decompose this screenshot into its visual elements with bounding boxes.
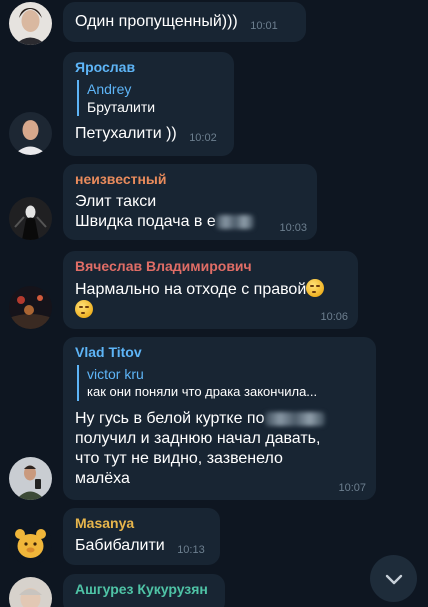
reply-text: как они поняли что драка закончила... [87, 384, 318, 399]
reply-preview[interactable]: Andrey Бруталити [77, 80, 222, 116]
message-text: Бабибалити [75, 537, 165, 554]
avatar[interactable] [9, 112, 52, 155]
message-text: Один пропущенный))) [75, 13, 238, 30]
message-time: 10:02 [189, 132, 217, 144]
avatar[interactable] [9, 2, 52, 45]
reply-author: victor kru [87, 366, 144, 382]
avatar[interactable] [9, 197, 52, 240]
message-text-line: Швидка подача в е [75, 213, 216, 230]
avatar[interactable] [9, 522, 52, 565]
reply-author: Andrey [87, 81, 132, 97]
reply-preview[interactable]: victor kru как они поняли что драка зако… [77, 365, 364, 401]
message-bubble[interactable]: Один пропущенный))) 10:01 [63, 2, 306, 42]
message-text: Нармально на отходе с правой [75, 279, 346, 300]
avatar[interactable] [9, 286, 52, 329]
message-time: 10:03 [279, 222, 307, 234]
message-time: 10:01 [250, 20, 278, 32]
message-text: Элит такси [75, 193, 157, 210]
chevron-down-icon [385, 574, 402, 584]
message-bubble[interactable]: Vlad Titov victor kru как они поняли что… [63, 337, 376, 500]
message-bubble[interactable]: Ярослав Andrey Бруталити Петухалити )) 1… [63, 52, 234, 156]
sender-name[interactable]: Vlad Titov [75, 343, 364, 361]
message-bubble[interactable]: неизвестный Элит такси Швидка подача в е… [63, 164, 317, 240]
censored-blur [215, 214, 254, 229]
reply-text: Бруталити [87, 99, 156, 115]
censored-blur [264, 411, 325, 426]
message-text-line: Нармально на отходе с правой [75, 281, 307, 298]
chat-history: Один пропущенный))) 10:01 Ярослав Andrey… [0, 0, 428, 607]
message-time: 10:07 [338, 482, 366, 494]
message-bubble[interactable]: Masanya Бабибалити 10:13 [63, 508, 220, 565]
sender-name[interactable]: Вячеслав Владимирович [75, 257, 346, 275]
smirk-emoji-icon [306, 279, 325, 297]
avatar[interactable] [9, 577, 52, 607]
message-bubble[interactable]: Ашгурез Кукурузян [63, 574, 225, 607]
message-text: Петухалити )) [75, 125, 177, 142]
sender-name[interactable]: неизвестный [75, 170, 305, 188]
message-text: Ну гусь в белой куртке по [75, 409, 364, 429]
sender-name[interactable]: Masanya [75, 514, 208, 532]
message-text: получил и заднюю начал давать, [75, 430, 321, 447]
message-time: 10:13 [177, 544, 205, 556]
sender-name[interactable]: Ашгурез Кукурузян [75, 580, 213, 598]
message-bubble[interactable]: Вячеслав Владимирович Нармально на отход… [63, 251, 358, 329]
sender-name[interactable]: Ярослав [75, 58, 222, 76]
message-text-line: Ну гусь в белой куртке по [75, 410, 265, 427]
message-time: 10:06 [320, 311, 348, 323]
message-text: что тут не видно, зазвенело [75, 450, 283, 467]
message-text: малёха [75, 470, 130, 487]
scroll-to-bottom-button[interactable] [370, 555, 417, 602]
smirk-emoji-icon [75, 300, 93, 318]
avatar[interactable] [9, 457, 52, 500]
message-text: Швидка подача в е [75, 212, 305, 232]
